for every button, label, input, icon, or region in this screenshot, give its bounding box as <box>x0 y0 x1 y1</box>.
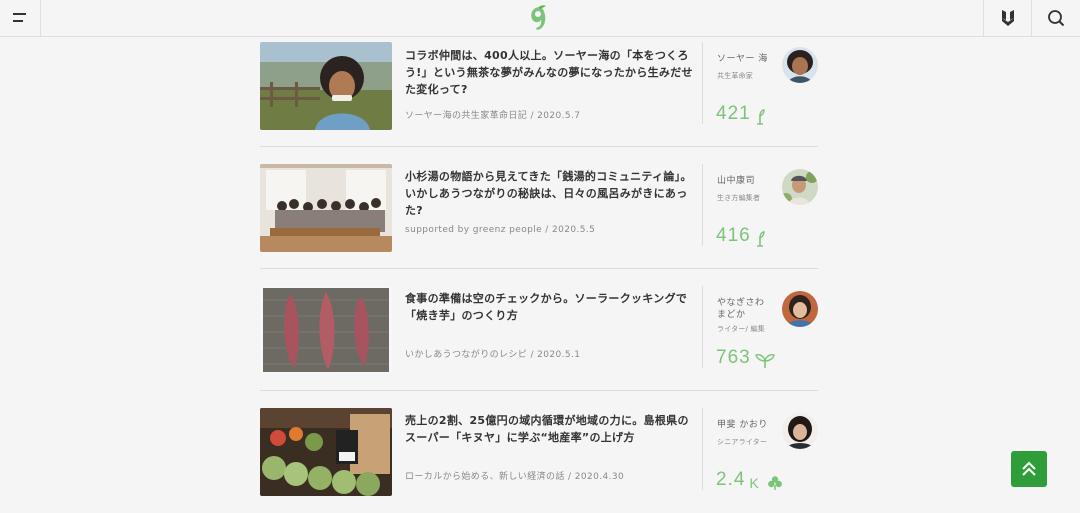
like-count[interactable]: 2.4 K <box>716 469 783 491</box>
greenz-logo[interactable] <box>528 5 550 31</box>
site-header <box>0 0 1080 37</box>
article-thumbnail[interactable] <box>260 164 392 252</box>
article-meta[interactable]: ローカルから始める、新しい経済の話 / 2020.4.30 <box>405 469 695 482</box>
author-name[interactable]: ソーヤー 海 <box>717 53 775 65</box>
divider <box>702 286 703 368</box>
back-to-top-button[interactable] <box>1011 451 1047 487</box>
like-count[interactable]: 763 <box>716 347 775 369</box>
author-avatar[interactable] <box>782 169 818 205</box>
article-card[interactable]: 食事の準備は空のチェックから。ソーラークッキングで「焼き芋」のつくり方 いかしあ… <box>260 269 818 391</box>
article-thumbnail[interactable] <box>260 286 392 374</box>
article-thumbnail[interactable] <box>260 408 392 496</box>
author-name[interactable]: 山中康司 <box>717 175 775 187</box>
hamburger-menu-icon <box>13 13 26 22</box>
article-list: コラボ仲間は、400人以上。ソーヤー海の「本をつくろう!」という無茶な夢がみんな… <box>260 37 818 513</box>
like-count-value: 2.4 <box>716 469 746 490</box>
article-meta[interactable]: supported by greenz people / 2020.5.5 <box>405 225 695 235</box>
article-thumbnail[interactable] <box>260 42 392 130</box>
author-avatar[interactable] <box>782 413 818 449</box>
like-count[interactable]: 421 <box>716 103 765 125</box>
article-card[interactable]: 小杉湯の物語から見えてきた「銭湯的コミュニティ論」。いかしあうつながりの秘訣は、… <box>260 147 818 269</box>
article-title[interactable]: コラボ仲間は、400人以上。ソーヤー海の「本をつくろう!」という無茶な夢がみんな… <box>405 47 693 98</box>
article-title[interactable]: 食事の準備は空のチェックから。ソーラークッキングで「焼き芋」のつくり方 <box>405 290 693 324</box>
like-count-unit: K <box>749 475 760 491</box>
article-meta[interactable]: いかしあうつながりのレシピ / 2020.5.1 <box>405 347 695 360</box>
badge-button[interactable] <box>983 0 1031 36</box>
author-role: 共生革命家 <box>717 72 753 80</box>
like-count[interactable]: 416 <box>716 225 765 247</box>
search-button[interactable] <box>1031 0 1080 36</box>
like-count-value: 763 <box>716 347 751 368</box>
menu-button[interactable] <box>0 0 41 36</box>
chevron-up-icon <box>1022 461 1036 476</box>
sprout-stem-icon <box>756 231 765 247</box>
search-icon <box>1048 10 1065 27</box>
article-card[interactable]: 売上の2割、25億円の域内循環が地域の力に。島根県のスーパー「キヌヤ」に学ぶ“地… <box>260 391 818 513</box>
author-avatar[interactable] <box>782 47 818 83</box>
author-avatar[interactable] <box>782 291 818 327</box>
divider <box>702 42 703 124</box>
like-count-value: 416 <box>716 225 751 246</box>
divider <box>702 408 703 490</box>
article-title[interactable]: 小杉湯の物語から見えてきた「銭湯的コミュニティ論」。いかしあうつながりの秘訣は、… <box>405 168 693 219</box>
article-title[interactable]: 売上の2割、25億円の域内循環が地域の力に。島根県のスーパー「キヌヤ」に学ぶ“地… <box>405 412 693 446</box>
like-count-value: 421 <box>716 103 751 124</box>
divider <box>702 164 703 246</box>
sprout-stem-icon <box>756 109 765 125</box>
clover-icon <box>767 476 782 490</box>
greenz-leaf-logo-icon <box>531 5 546 30</box>
author-role: 生き方編集者 <box>717 194 761 202</box>
author-role: シニアライター <box>717 438 768 446</box>
badge-shield-icon <box>1001 10 1014 26</box>
two-leaf-sprout-icon <box>754 354 775 368</box>
author-role: ライター/ 編集 <box>717 325 765 333</box>
article-card[interactable]: コラボ仲間は、400人以上。ソーヤー海の「本をつくろう!」という無茶な夢がみんな… <box>260 37 818 147</box>
article-meta[interactable]: ソーヤー海の共生家革命日記 / 2020.5.7 <box>405 108 695 121</box>
author-name[interactable]: やなぎさわ まどか <box>717 297 775 321</box>
author-name[interactable]: 甲斐 かおり <box>717 419 775 431</box>
